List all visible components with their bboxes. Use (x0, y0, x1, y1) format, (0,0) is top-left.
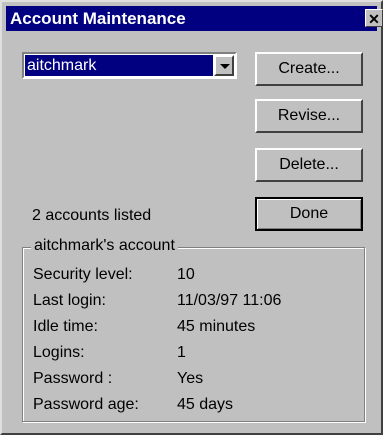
detail-label: Logins: (33, 344, 85, 361)
account-dropdown-value[interactable]: aitchmark (25, 55, 213, 76)
detail-value: 10 (177, 266, 195, 283)
detail-value: 45 days (177, 396, 234, 413)
dropdown-arrow-button[interactable] (214, 55, 234, 76)
account-dropdown[interactable]: aitchmark (22, 52, 237, 79)
accounts-count-status: 2 accounts listed (32, 207, 152, 224)
detail-label: Last login: (33, 292, 106, 309)
create-button[interactable]: Create... (255, 52, 363, 86)
detail-value: 1 (177, 344, 186, 361)
detail-value: 45 minutes (177, 318, 256, 335)
detail-value: 11/03/97 11:06 (177, 292, 282, 309)
account-details-group: aitchmark's account Security level: 10 L… (22, 237, 365, 422)
title-bar[interactable]: Account Maintenance ✕ (6, 6, 383, 31)
close-icon[interactable]: ✕ (365, 9, 383, 27)
detail-value: Yes (177, 370, 204, 387)
done-button[interactable]: Done (255, 197, 363, 231)
delete-button[interactable]: Delete... (255, 148, 363, 182)
detail-label: Password age: (33, 396, 139, 413)
chevron-down-icon (220, 64, 230, 69)
detail-label: Password : (33, 370, 113, 387)
detail-label: Idle time: (33, 318, 98, 335)
revise-button[interactable]: Revise... (255, 99, 363, 133)
window-title: Account Maintenance (10, 9, 186, 28)
account-details-legend: aitchmark's account (31, 237, 178, 255)
account-maintenance-dialog: Account Maintenance ✕ aitchmark Create..… (0, 0, 383, 435)
detail-label: Security level: (33, 266, 133, 283)
